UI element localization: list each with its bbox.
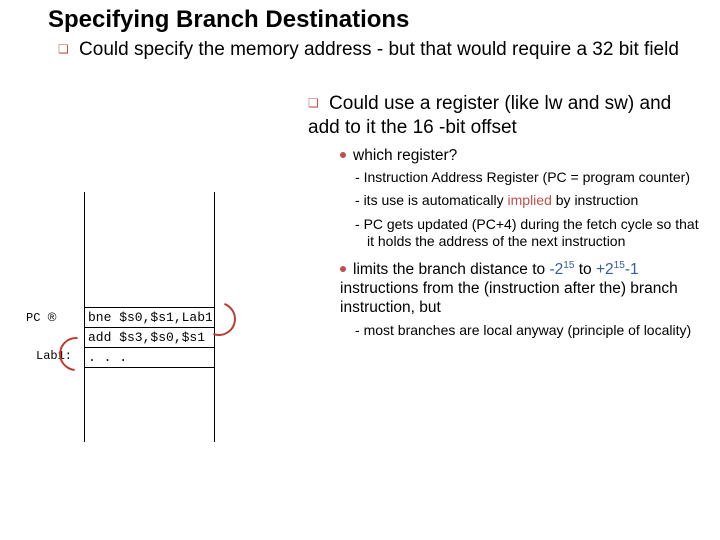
bullet-square-icon: ❏: [58, 42, 69, 57]
dash-item: most branches are local anyway (principl…: [367, 322, 706, 339]
nested-content: which register? Instruction Address Regi…: [340, 146, 706, 345]
sub2-text-a: limits the branch distance to: [353, 261, 549, 278]
dash-list-1: Instruction Address Register (PC = progr…: [340, 169, 706, 249]
dash-item: PC gets updated (PC+4) during the fetch …: [367, 216, 706, 250]
pc-abbrev: PC: [547, 169, 566, 185]
implied-highlight: implied: [508, 192, 552, 208]
slide-title: Specifying Branch Destinations: [48, 6, 409, 34]
dash-item: its use is automatically implied by inst…: [367, 192, 706, 209]
diagram-hline: [84, 307, 214, 308]
range-high: +215-1: [596, 261, 639, 278]
range-low: -215: [549, 261, 574, 278]
bullet-square-icon: ❏: [308, 96, 319, 111]
bullet-1-text: Could specify the memory address - but t…: [79, 39, 679, 60]
dash-list-2: most branches are local anyway (principl…: [340, 322, 706, 339]
sub2-text-c: instructions from the (instruction after…: [340, 280, 678, 316]
diagram-vline: [84, 192, 85, 442]
sub-bullet-2: limits the branch distance to -215 to +2…: [340, 260, 706, 318]
instr-3: . . .: [88, 350, 127, 365]
diagram-hline: [84, 367, 214, 368]
pc-label: PC ®: [26, 310, 56, 325]
dot-icon: [340, 152, 346, 158]
bullet-2: ❏ Could use a register (like lw and sw) …: [308, 92, 702, 140]
arrow-icon: ®: [48, 310, 57, 324]
pc-diagram: PC ® Lab1: bne $s0,$s1,Lab1 add $s3,$s0,…: [64, 192, 274, 452]
sub2-text-b: to: [574, 261, 596, 278]
dash-text: by instruction: [552, 192, 638, 208]
dash-text: Instruction Address Register (: [364, 169, 548, 185]
sub-bullet-1: which register?: [340, 146, 706, 165]
bullet-1: ❏ Could specify the memory address - but…: [58, 38, 695, 62]
diagram-hline: [84, 327, 214, 328]
bullet-2-text: Could use a register (like lw and sw) an…: [308, 93, 671, 138]
diagram-hline: [84, 347, 214, 348]
dash-text: its use is automatically: [364, 192, 508, 208]
instr-1: bne $s0,$s1,Lab1: [88, 310, 212, 325]
dash-text: = program counter): [567, 169, 690, 185]
dash-item: Instruction Address Register (PC = progr…: [367, 169, 706, 186]
instr-2: add $s3,$s0,$s1: [88, 330, 212, 345]
sub-bullet-1-text: which register?: [353, 147, 457, 164]
dot-icon: [340, 266, 346, 272]
